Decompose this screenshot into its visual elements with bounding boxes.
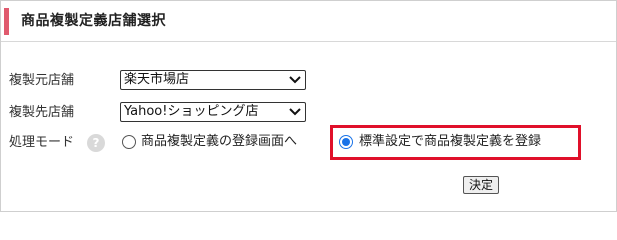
highlight-box [330, 125, 581, 160]
page-title: 商品複製定義店舗選択 [21, 13, 166, 29]
chevron-down-icon [289, 108, 301, 116]
mode-label: 処理モード [9, 135, 75, 150]
source-store-value: 楽天市場店 [124, 72, 190, 87]
target-store-select[interactable]: Yahoo!ショッピング店 [120, 102, 306, 122]
store-selection-panel: 商品複製定義店舗選択 複製元店舗 楽天市場店 複製先店舗 Yahoo!ショッピン… [0, 0, 617, 212]
mode-option-register-screen-radio[interactable] [122, 135, 136, 149]
panel-header: 商品複製定義店舗選択 [1, 1, 616, 42]
mode-option-register-screen-label[interactable]: 商品複製定義の登録画面へ [141, 134, 297, 150]
source-store-label: 複製元店舗 [9, 73, 75, 88]
chevron-down-icon [289, 76, 301, 84]
header-accent-bar [4, 8, 9, 35]
target-store-row: 複製先店舗 Yahoo!ショッピング店 [1, 102, 321, 124]
help-icon[interactable]: ? [87, 134, 105, 152]
target-store-value: Yahoo!ショッピング店 [124, 104, 259, 119]
source-store-select[interactable]: 楽天市場店 [120, 70, 306, 90]
target-store-label: 複製先店舗 [9, 105, 75, 120]
submit-button[interactable]: 決定 [463, 176, 499, 194]
source-store-row: 複製元店舗 楽天市場店 [1, 70, 321, 92]
